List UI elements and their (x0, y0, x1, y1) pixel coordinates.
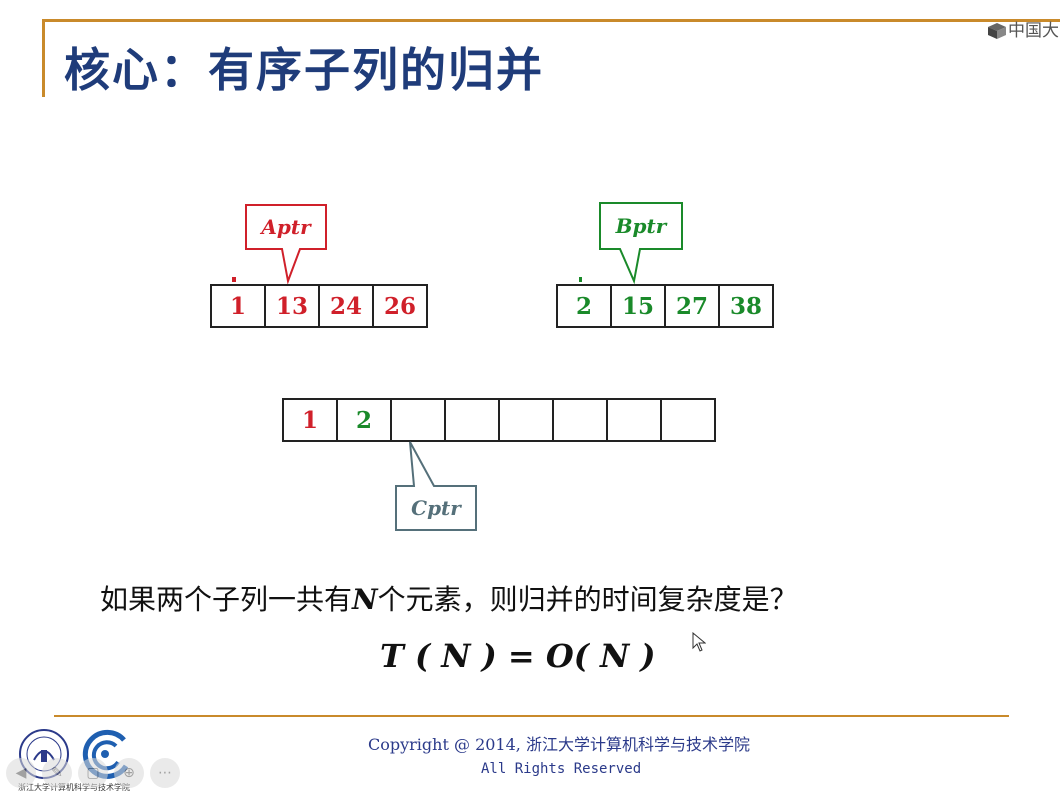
complexity-formula: T ( N ) = O( N ) (380, 637, 656, 675)
array-b: 2 15 27 38 (556, 284, 774, 328)
array-c-cell (444, 398, 498, 442)
question-part1: 如果两个子列一共有 (100, 583, 353, 616)
array-c-cell (390, 398, 444, 442)
array-b-tick (579, 277, 582, 282)
array-b-cell: 27 (664, 284, 718, 328)
cube-logo-icon (988, 23, 1006, 39)
aptr-label: Aptr (261, 215, 311, 239)
array-c-cell (498, 398, 552, 442)
array-a-cell: 13 (264, 284, 318, 328)
mouse-cursor-icon (692, 632, 706, 652)
array-b-cell: 15 (610, 284, 664, 328)
pen-icon[interactable]: ✎ (42, 758, 72, 788)
corner-brand: 中国大 (986, 16, 1059, 41)
array-c-cell (552, 398, 606, 442)
array-b-cell: 2 (556, 284, 610, 328)
array-c-cell: 1 (282, 398, 336, 442)
copy-icon[interactable]: ▢ (78, 758, 108, 788)
question-var: N (352, 583, 378, 616)
play-icon[interactable]: ◀ (6, 758, 36, 788)
array-c-cell (606, 398, 660, 442)
array-a-cell: 1 (210, 284, 264, 328)
array-a-tick (232, 277, 236, 282)
bptr-callout: Bptr (598, 201, 686, 285)
array-b-cell: 38 (718, 284, 774, 328)
array-c-cell (660, 398, 716, 442)
question-part2: 个元素，则归并的时间复杂度是？ (377, 583, 798, 616)
title-rule-top (42, 19, 1060, 22)
array-a-cell: 24 (318, 284, 372, 328)
array-c-cell: 2 (336, 398, 390, 442)
slide-toolbar: ◀ ✎ ▢ ⊕ ⋯ (6, 758, 180, 788)
copyright-text: Copyright @ 2014, 浙江大学计算机科学与技术学院 (368, 735, 750, 754)
bptr-label: Bptr (615, 214, 667, 238)
cptr-label: Cptr (411, 496, 461, 520)
footer-rule (54, 715, 1009, 717)
cptr-callout: Cptr (394, 440, 480, 532)
corner-brand-text: 中国大 (1008, 21, 1059, 41)
array-c: 1 2 (282, 398, 716, 442)
more-icon[interactable]: ⋯ (150, 758, 180, 788)
aptr-callout: Aptr (244, 203, 328, 285)
zoom-icon[interactable]: ⊕ (114, 758, 144, 788)
title-rule-left (42, 19, 45, 97)
rights-text: All Rights Reserved (481, 761, 642, 777)
question-text: 如果两个子列一共有N个元素，则归并的时间复杂度是？ (100, 578, 798, 618)
array-a: 1 13 24 26 (210, 284, 428, 328)
slide-title: 核心：有序子列的归并 (64, 43, 544, 97)
array-a-cell: 26 (372, 284, 428, 328)
